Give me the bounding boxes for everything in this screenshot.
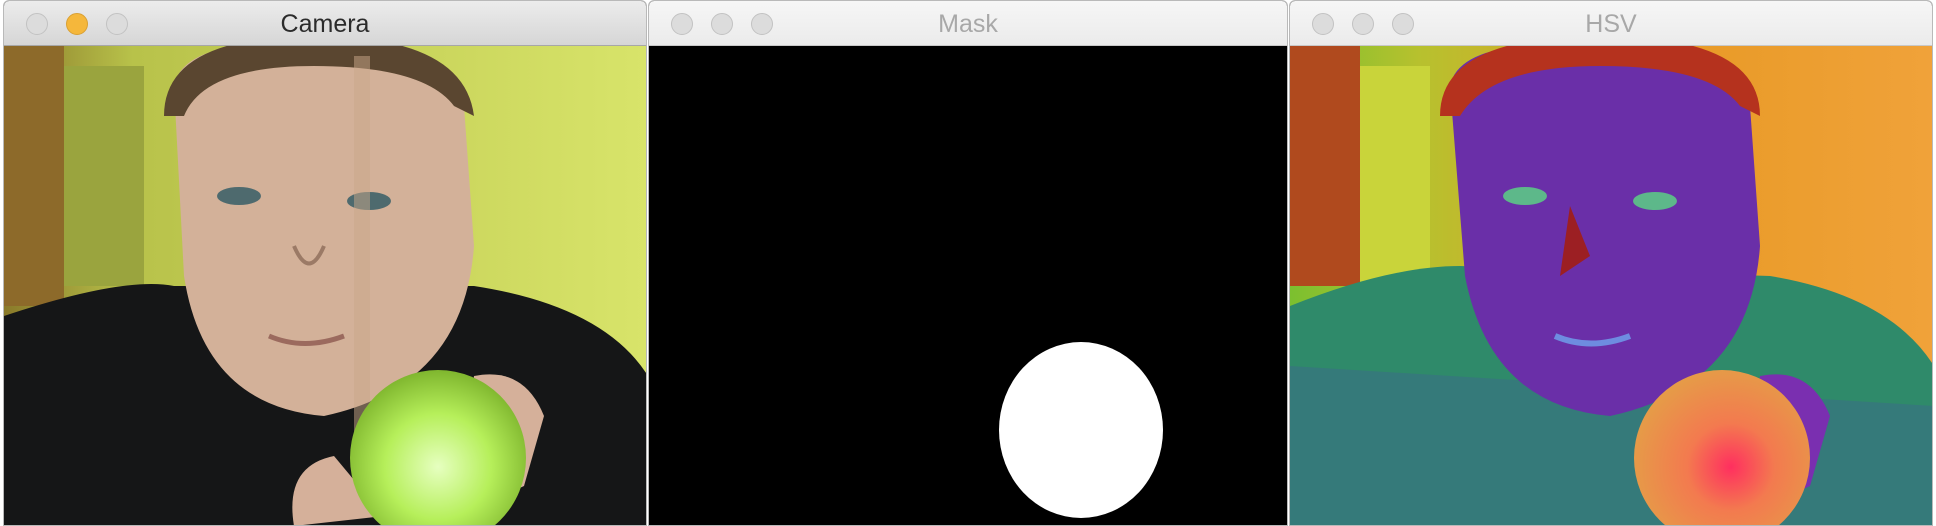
mask-blob [999,342,1163,518]
mask-feed [649,46,1287,525]
camera-window[interactable]: Camera [3,0,647,526]
camera-titlebar[interactable]: Camera [4,1,646,46]
window-title: HSV [1585,10,1637,38]
desktop: Camera Mask HSV [0,0,1936,526]
window-title: Camera [280,10,370,38]
camera-frame-image [4,46,646,525]
mask-frame-image [649,46,1287,525]
camera-feed [4,46,646,525]
hsv-frame-image [1290,46,1932,525]
hsv-titlebar[interactable]: HSV [1290,1,1932,46]
mask-window[interactable]: Mask [648,0,1288,526]
hsv-window[interactable]: HSV [1289,0,1933,526]
window-title: Mask [938,10,998,38]
mask-titlebar[interactable]: Mask [649,1,1287,46]
hsv-feed [1290,46,1932,525]
